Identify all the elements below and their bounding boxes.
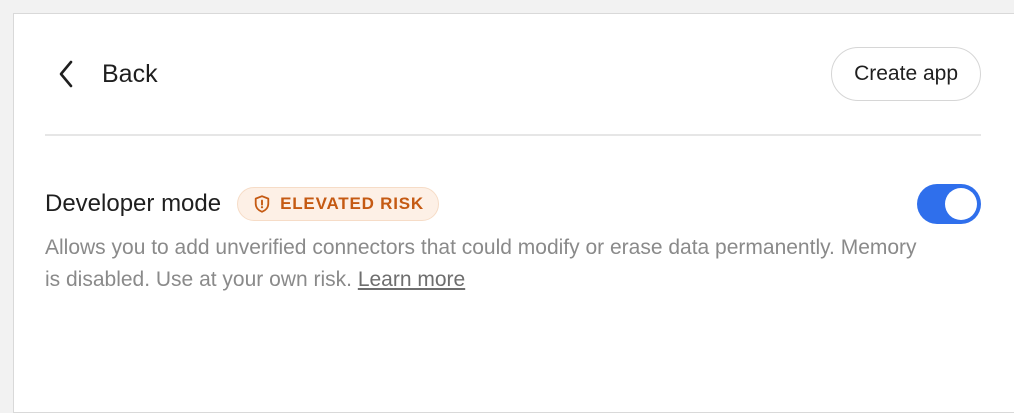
setting-description: Allows you to add unverified connectors …: [45, 232, 925, 296]
back-button[interactable]: Back: [57, 50, 158, 98]
developer-mode-setting: Developer mode ELEVATED RISK Allows you …: [45, 184, 981, 296]
divider: [45, 134, 981, 136]
create-app-button[interactable]: Create app: [831, 47, 981, 101]
chevron-left-icon: [57, 59, 75, 89]
description-text: Allows you to add unverified connectors …: [45, 236, 917, 291]
setting-title-line: Developer mode ELEVATED RISK: [45, 184, 981, 224]
shield-alert-icon: [254, 195, 270, 213]
header: Back Create app: [45, 46, 981, 102]
learn-more-link[interactable]: Learn more: [358, 268, 465, 291]
risk-label: ELEVATED RISK: [280, 194, 425, 213]
back-label: Back: [102, 59, 158, 88]
setting-title: Developer mode: [45, 190, 222, 217]
elevated-risk-badge: ELEVATED RISK: [237, 187, 440, 221]
developer-mode-toggle[interactable]: [917, 184, 981, 224]
toggle-knob: [945, 188, 977, 220]
